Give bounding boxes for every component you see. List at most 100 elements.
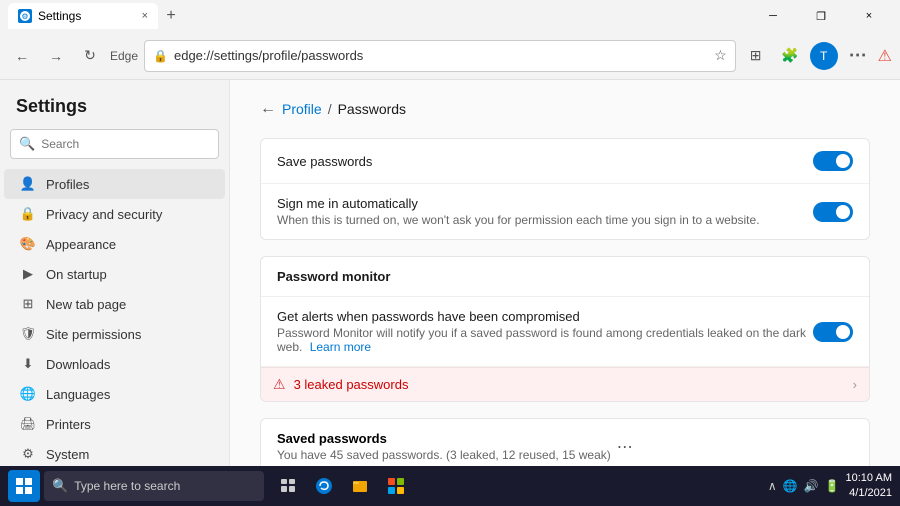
sidebar-item-label: New tab page [46,297,126,312]
breadcrumb-separator: / [328,101,332,117]
sidebar-item-label: Printers [46,417,91,432]
sidebar-item-downloads[interactable]: ⬇ Downloads [4,349,225,379]
edge-taskbar-button[interactable] [308,470,340,502]
sidebar-icon: 👤 [20,176,36,192]
tray-sound-icon[interactable]: 🔊 [804,479,819,493]
saved-passwords-title-group: Saved passwords You have 45 saved passwo… [277,431,611,462]
sidebar-item-label: System [46,447,89,462]
new-tab-button[interactable]: + [158,3,184,29]
leaked-passwords-row[interactable]: ⚠ 3 leaked passwords › [261,367,869,401]
monitor-toggle[interactable] [813,322,853,342]
search-input[interactable] [41,137,210,151]
saved-passwords-title: Saved passwords [277,431,611,446]
sidebar: Settings 🔍 👤Profiles🔒Privacy and securit… [0,80,230,506]
titlebar: ⚙ Settings × + ─ ❐ × [0,0,900,32]
signin-auto-toggle[interactable] [813,202,853,222]
address-text: edge://settings/profile/passwords [174,48,708,63]
window-controls: ─ ❐ × [750,0,892,32]
addressbar: ← → ↻ Edge 🔒 edge://settings/profile/pas… [0,32,900,80]
search-icon: 🔍 [19,136,35,152]
back-button[interactable]: ← [8,42,36,70]
tray-battery-icon[interactable]: 🔋 [825,479,840,493]
monitor-alert-row: Get alerts when passwords have been comp… [261,297,869,367]
close-button[interactable]: × [846,0,892,32]
sidebar-item-label: Site permissions [46,327,141,342]
taskbar-search-box[interactable]: 🔍 Type here to search [44,471,264,501]
save-passwords-info: Save passwords [277,154,813,169]
sidebar-icon: 🛡 [20,326,36,342]
sidebar-item-label: Downloads [46,357,110,372]
forward-button[interactable]: → [42,42,70,70]
sidebar-item-privacy-and-security[interactable]: 🔒 Privacy and security [4,199,225,229]
sidebar-icon: ⊞ [20,296,36,312]
address-bar[interactable]: 🔒 edge://settings/profile/passwords ☆ [144,40,736,72]
sidebar-item-label: On startup [46,267,107,282]
sidebar-item-label: Appearance [46,237,116,252]
alert-chevron-icon: › [853,377,857,392]
tray-up-icon[interactable]: ∧ [768,479,777,493]
content-area: ← Profile / Passwords Save passwords Sig… [230,80,900,506]
tray-network-icon[interactable]: 🌐 [783,479,798,493]
sidebar-search-box[interactable]: 🔍 [10,129,219,159]
breadcrumb: ← Profile / Passwords [260,100,870,118]
sidebar-item-profiles[interactable]: 👤Profiles [4,169,225,199]
signin-auto-desc: When this is turned on, we won't ask you… [277,213,813,227]
sidebar-icon: 🖨 [20,416,36,432]
sidebar-icon: ⚙ [20,446,36,462]
sidebar-item-label: Languages [46,387,110,402]
saved-passwords-subtitle: You have 45 saved passwords. (3 leaked, … [277,448,611,462]
breadcrumb-back-button[interactable]: ← [260,100,276,118]
system-clock[interactable]: 10:10 AM 4/1/2021 [846,471,892,502]
monitor-alert-label: Get alerts when passwords have been comp… [277,309,813,324]
tab-settings[interactable]: ⚙ Settings × [8,3,158,29]
sidebar-icon: 🌐 [20,386,36,402]
sidebar-item-label: Privacy and security [46,207,162,222]
tab-title: Settings [38,9,81,23]
save-passwords-row: Save passwords [261,139,869,184]
signin-auto-label: Sign me in automatically [277,196,813,211]
saved-passwords-more-button[interactable]: ⋯ [611,435,639,459]
refresh-button[interactable]: ↻ [76,42,104,70]
store-taskbar-button[interactable] [380,470,412,502]
clock-time: 10:10 AM [846,471,892,486]
breadcrumb-link[interactable]: Profile [282,101,322,117]
sidebar-item-new-tab-page[interactable]: ⊞ New tab page [4,289,225,319]
sidebar-item-languages[interactable]: 🌐 Languages [4,379,225,409]
collections-button[interactable]: ⊞ [742,42,770,70]
sidebar-item-printers[interactable]: 🖨 Printers [4,409,225,439]
fav-icon[interactable]: ☆ [714,47,727,64]
start-button[interactable] [8,470,40,502]
password-monitor-section: Password monitor Get alerts when passwor… [260,256,870,402]
task-view-button[interactable] [272,470,304,502]
sidebar-icon: ▶ [20,266,36,282]
address-icons: ☆ [714,47,727,64]
main-layout: Settings 🔍 👤Profiles🔒Privacy and securit… [0,80,900,506]
sidebar-item-system[interactable]: ⚙ System [4,439,225,469]
sidebar-items: 👤Profiles 🔒 Privacy and security 🎨 Appearanc… [0,169,229,506]
explorer-taskbar-button[interactable] [344,470,376,502]
settings-more-button[interactable]: ⋯ [844,42,872,70]
system-tray: ∧ 🌐 🔊 🔋 10:10 AM 4/1/2021 [768,471,892,502]
maximize-button[interactable]: ❐ [798,0,844,32]
breadcrumb-current: Passwords [338,101,406,117]
monitor-alert-desc: Password Monitor will notify you if a sa… [277,326,813,354]
sidebar-item-appearance[interactable]: 🎨 Appearance [4,229,225,259]
sidebar-item-site-permissions[interactable]: 🛡 Site permissions [4,319,225,349]
learn-more-link[interactable]: Learn more [310,340,371,354]
save-passwords-section: Save passwords Sign me in automatically … [260,138,870,240]
tab-close-button[interactable]: × [142,10,148,22]
save-passwords-toggle[interactable] [813,151,853,171]
sidebar-icon: 🎨 [20,236,36,252]
profile-button[interactable]: T [810,42,838,70]
extensions-button[interactable]: 🧩 [776,42,804,70]
password-monitor-header: Password monitor [261,257,869,297]
taskbar-search-icon: 🔍 [52,478,68,494]
sidebar-item-on-startup[interactable]: ▶ On startup [4,259,225,289]
taskbar-search-placeholder: Type here to search [74,479,180,493]
sidebar-icon: 🔒 [20,206,36,222]
tab-bar: ⚙ Settings × + [8,0,184,32]
signin-auto-info: Sign me in automatically When this is tu… [277,196,813,227]
minimize-button[interactable]: ─ [750,0,796,32]
save-passwords-label: Save passwords [277,154,813,169]
sidebar-icon: ⬇ [20,356,36,372]
